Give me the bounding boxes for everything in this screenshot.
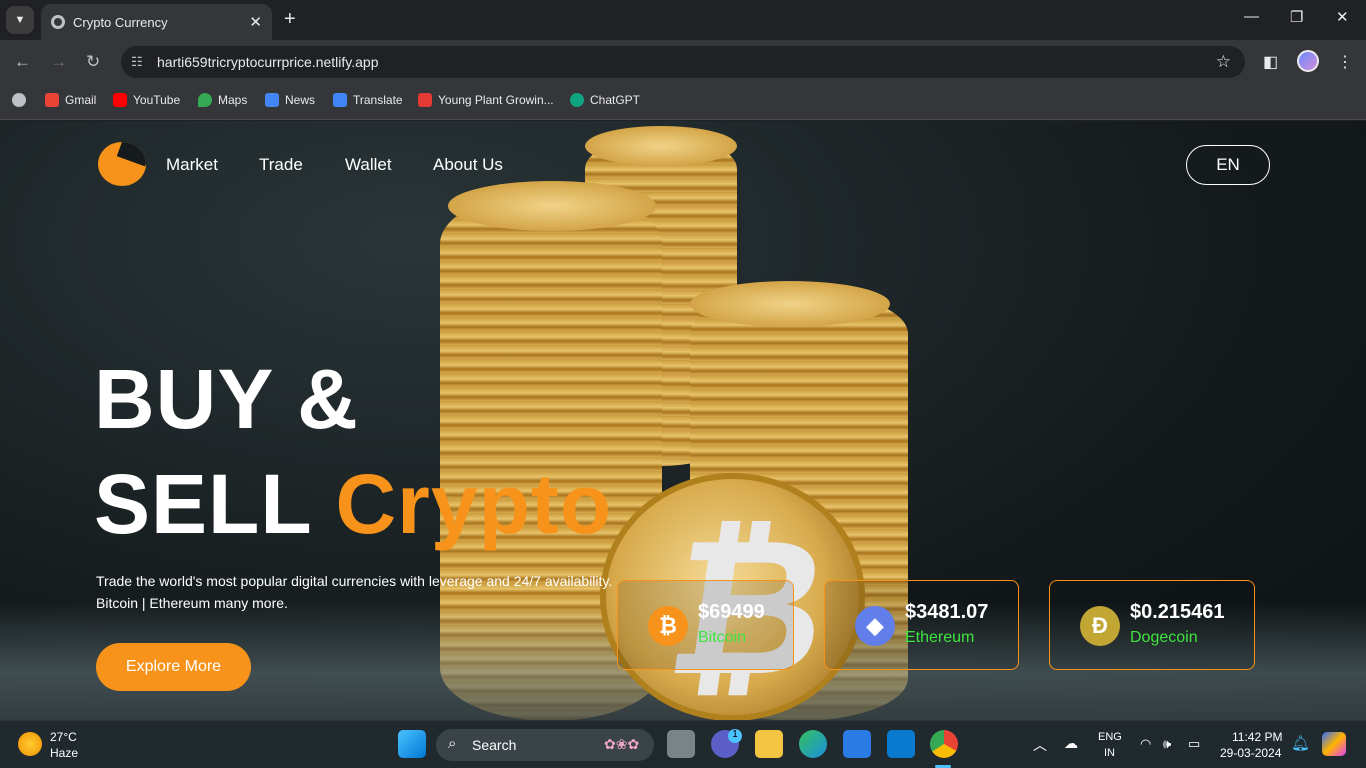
wifi-icon[interactable]: ◠ — [1140, 736, 1151, 752]
bookmark-chatgpt[interactable]: ChatGPT — [570, 93, 640, 107]
active-tab[interactable]: Crypto Currency ✕ — [41, 4, 272, 40]
bookmark-site-icon — [418, 93, 432, 107]
onedrive-cloud-icon[interactable]: ☁ — [1064, 735, 1078, 752]
side-panel-icon[interactable]: ◧ — [1263, 52, 1278, 72]
coin-name: Ethereum — [905, 629, 975, 646]
menu-icon[interactable]: ⋮ — [1337, 52, 1353, 72]
copilot-icon[interactable] — [1322, 732, 1346, 756]
apps-icon[interactable] — [12, 93, 32, 107]
bookmark-star-icon[interactable]: ☆ — [1216, 52, 1231, 72]
language-button[interactable]: EN — [1186, 145, 1270, 185]
reload-button[interactable]: ↻ — [86, 52, 100, 72]
weather-condition[interactable]: Haze — [50, 746, 78, 760]
coin-name: Bitcoin — [698, 629, 747, 646]
coin-card-dogecoin[interactable]: Ð $0.215461 Dogecoin — [1049, 580, 1255, 670]
nav-about-us[interactable]: About Us — [433, 155, 503, 175]
coin-price: $0.215461 — [1130, 601, 1225, 623]
bitcoin-icon: ₿ — [648, 606, 688, 646]
battery-icon[interactable]: ▭ — [1188, 736, 1200, 752]
bookmark-young-plant[interactable]: Young Plant Growin... — [418, 93, 554, 107]
url-text[interactable]: harti659tricryptocurrprice.netlify.app — [157, 54, 379, 70]
volume-icon[interactable]: 🕪 — [1163, 736, 1171, 752]
browser-tab-strip: ▼ Crypto Currency ✕ + — ❐ ✕ — [0, 0, 1366, 40]
bookmarks-bar: Gmail YouTube Maps News Translate Young … — [0, 84, 1366, 120]
new-tab-button[interactable]: + — [284, 8, 296, 31]
minimize-button[interactable]: — — [1244, 8, 1259, 25]
bookmark-maps[interactable]: Maps — [198, 93, 247, 107]
coin-price: $69499 — [698, 601, 765, 623]
search-icon: ⌕ — [448, 735, 457, 752]
hero-title-line1: BUY & — [94, 352, 359, 446]
bookmark-gmail[interactable]: Gmail — [45, 93, 96, 107]
vscode-icon[interactable] — [887, 730, 915, 758]
site-info-icon[interactable]: ☷ — [131, 54, 143, 70]
translate-icon — [333, 93, 347, 107]
notification-bell-icon[interactable]: 🔔︎ — [1291, 734, 1310, 752]
windows-taskbar: 27°C Haze ⌕ Search ✿❀✿ 1 ︿ ☁ ENG IN ◠ 🕪 … — [0, 720, 1366, 768]
bookmark-youtube[interactable]: YouTube — [113, 93, 180, 107]
forward-button[interactable]: → — [50, 52, 67, 72]
site-logo[interactable] — [98, 142, 146, 186]
close-tab-icon[interactable]: ✕ — [249, 13, 262, 31]
microsoft-store-icon[interactable] — [843, 730, 871, 758]
nav-trade[interactable]: Trade — [259, 155, 303, 175]
tab-title: Crypto Currency — [73, 14, 168, 30]
weather-haze-icon[interactable] — [18, 732, 42, 756]
close-window-button[interactable]: ✕ — [1336, 8, 1349, 26]
tab-search-button[interactable]: ▼ — [6, 6, 34, 34]
edge-browser-icon[interactable] — [799, 730, 827, 758]
globe-icon — [51, 15, 65, 29]
coin-card-bitcoin[interactable]: ₿ $69499 Bitcoin — [617, 580, 794, 670]
browser-toolbar: ← → ↻ ☷ harti659tricryptocurrprice.netli… — [0, 40, 1366, 84]
input-language[interactable]: ENG — [1098, 731, 1122, 743]
restore-button[interactable]: ❐ — [1290, 8, 1303, 26]
back-button[interactable]: ← — [14, 52, 31, 72]
start-windows-icon[interactable] — [398, 730, 426, 758]
coin-card-ethereum[interactable]: ◆ $3481.07 Ethereum — [824, 580, 1019, 670]
profile-avatar[interactable] — [1297, 50, 1319, 72]
bookmark-news[interactable]: News — [265, 93, 315, 107]
nav-wallet[interactable]: Wallet — [345, 155, 392, 175]
ethereum-icon: ◆ — [855, 606, 895, 646]
hero-tagline: Trade the world's most popular digital c… — [96, 573, 613, 611]
maps-icon — [198, 93, 212, 107]
taskbar-search[interactable]: ⌕ Search ✿❀✿ — [436, 729, 654, 761]
hero-title-line2: SELL Crypto — [94, 457, 613, 551]
clock-date[interactable]: 29-03-2024 — [1220, 746, 1281, 760]
explore-more-button[interactable]: Explore More — [96, 643, 251, 691]
weather-temperature[interactable]: 27°C — [50, 730, 77, 744]
coin-name: Dogecoin — [1130, 629, 1198, 646]
chat-badge: 1 — [728, 729, 742, 743]
search-label: Search — [472, 737, 517, 753]
dogecoin-icon: Ð — [1080, 606, 1120, 646]
gmail-icon — [45, 93, 59, 107]
input-region[interactable]: IN — [1104, 747, 1115, 759]
chrome-icon[interactable] — [930, 730, 958, 758]
youtube-icon — [113, 93, 127, 107]
task-view-icon[interactable] — [667, 730, 695, 758]
chatgpt-icon — [570, 93, 584, 107]
nav-market[interactable]: Market — [166, 155, 218, 175]
clock-time[interactable]: 11:42 PM — [1232, 730, 1282, 744]
bookmark-translate[interactable]: Translate — [333, 93, 403, 107]
file-explorer-icon[interactable] — [755, 730, 783, 758]
news-icon — [265, 93, 279, 107]
search-highlight-icon: ✿❀✿ — [604, 736, 640, 752]
page-viewport: ₿ Market Trade Wallet About Us EN BUY & … — [0, 121, 1366, 720]
coin-price: $3481.07 — [905, 601, 989, 623]
address-bar[interactable]: ☷ harti659tricryptocurrprice.netlify.app… — [121, 46, 1245, 78]
tray-overflow-chevron-icon[interactable]: ︿ — [1033, 735, 1047, 755]
